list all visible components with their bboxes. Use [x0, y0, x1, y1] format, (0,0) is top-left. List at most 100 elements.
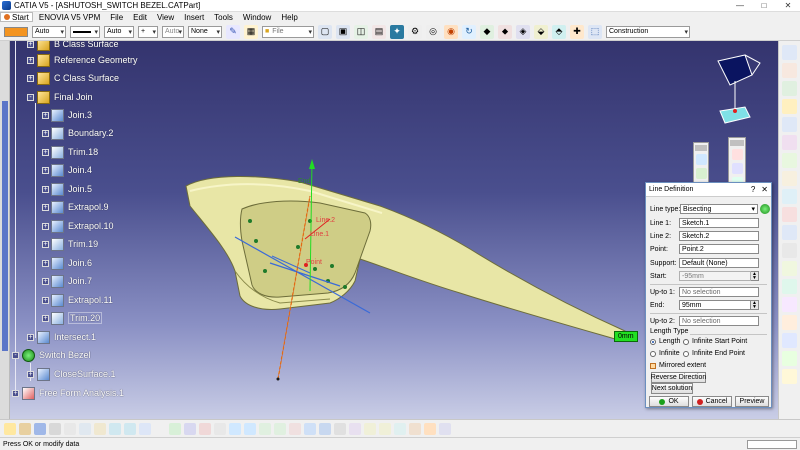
tool-plane-icon[interactable]: [782, 99, 797, 114]
scrollbar-thumb[interactable]: [2, 101, 8, 351]
left-scrollbar[interactable]: [0, 41, 10, 419]
transparency-select[interactable]: Auto: [32, 25, 66, 38]
formula-icon[interactable]: [154, 422, 166, 435]
settings-icon[interactable]: ⚙: [408, 24, 422, 39]
line-thickness-select[interactable]: [70, 25, 100, 38]
swap-icon[interactable]: [349, 422, 361, 435]
tool-point-icon[interactable]: [782, 63, 797, 78]
menu-view[interactable]: View: [157, 13, 174, 22]
expand-icon[interactable]: +: [42, 203, 49, 211]
expand-icon[interactable]: +: [27, 370, 34, 378]
shape-5-icon[interactable]: ⬘: [552, 24, 566, 39]
tree-item-extrapol-10[interactable]: + Extrapol.10: [42, 219, 114, 233]
tree-item-join-4[interactable]: + Join.4: [42, 163, 92, 177]
menu-insert[interactable]: Insert: [184, 13, 204, 22]
menu-window[interactable]: Window: [243, 13, 271, 22]
layer-select[interactable]: None: [188, 25, 222, 38]
start-menu[interactable]: Start: [0, 12, 33, 22]
menu-edit[interactable]: Edit: [133, 13, 147, 22]
tool-translate-icon[interactable]: [782, 315, 797, 330]
tool-1-icon[interactable]: ▢: [318, 24, 332, 39]
expand-icon[interactable]: +: [27, 333, 34, 341]
tree-item-trim-18[interactable]: + Trim.18: [42, 145, 98, 159]
catalog-icon[interactable]: [439, 422, 451, 435]
expand-icon[interactable]: +: [42, 240, 49, 248]
pan-icon[interactable]: [229, 422, 241, 435]
help-button[interactable]: ?: [751, 185, 755, 194]
menu-help[interactable]: Help: [281, 13, 297, 22]
shape-2-icon[interactable]: ⬥: [498, 24, 512, 39]
expand-icon[interactable]: +: [42, 314, 49, 322]
length-radio[interactable]: Length: [650, 338, 683, 345]
line1-field[interactable]: Sketch.1: [679, 218, 759, 228]
tool-split-icon[interactable]: [782, 243, 797, 258]
infinite-end-radio[interactable]: Infinite End Point: [683, 350, 745, 357]
toolbar-grip[interactable]: [695, 145, 707, 151]
construction-select[interactable]: Construction: [606, 25, 690, 38]
tool-4-icon[interactable]: ▤: [372, 24, 386, 39]
properties-icon[interactable]: ▦: [244, 24, 258, 39]
save-icon[interactable]: [34, 422, 46, 435]
start-field[interactable]: -95mm: [679, 271, 751, 281]
tool-a-icon[interactable]: [695, 154, 707, 165]
zoom-out-icon[interactable]: [274, 422, 286, 435]
tree-item-trim-20[interactable]: + Trim.20: [42, 311, 103, 325]
tree-item-extrapol-11[interactable]: + Extrapol.11: [42, 293, 113, 307]
mirrored-checkbox[interactable]: Mirrored extent: [650, 362, 706, 369]
expand-icon[interactable]: +: [27, 56, 34, 64]
collapse-icon[interactable]: -: [27, 93, 34, 101]
sketch-icon[interactable]: [169, 422, 181, 435]
tool-d-icon[interactable]: [731, 163, 743, 174]
inertia-icon[interactable]: [394, 422, 406, 435]
cut-icon[interactable]: [64, 422, 76, 435]
toolbar-grip[interactable]: [730, 140, 744, 146]
file-select[interactable]: ■ File: [262, 25, 314, 38]
expand-icon[interactable]: +: [42, 185, 49, 193]
tool-repeat-icon[interactable]: [782, 369, 797, 384]
hide-show-icon[interactable]: [334, 422, 346, 435]
expand-icon[interactable]: +: [12, 389, 19, 397]
tool-2-icon[interactable]: ▣: [336, 24, 350, 39]
expand-icon[interactable]: +: [42, 129, 49, 137]
tree-item-join-3[interactable]: + Join.3: [42, 108, 92, 122]
paste-icon[interactable]: [94, 422, 106, 435]
tool-sketch-icon[interactable]: [782, 45, 797, 60]
start-spinner[interactable]: ▲ ▼: [751, 271, 759, 281]
print-icon[interactable]: [49, 422, 61, 435]
expand-icon[interactable]: +: [42, 277, 49, 285]
normal-view-icon[interactable]: [289, 422, 301, 435]
tree-item-c-class-surface[interactable]: + C Class Surface: [27, 71, 119, 85]
help-icon[interactable]: [139, 422, 151, 435]
tool-sweep-icon[interactable]: [782, 153, 797, 168]
dimension-tag[interactable]: 0mm: [614, 331, 638, 342]
fit-all-icon[interactable]: [214, 422, 226, 435]
tool-fillet-icon[interactable]: [782, 297, 797, 312]
expand-icon[interactable]: +: [42, 166, 49, 174]
tool-join-icon[interactable]: [782, 207, 797, 222]
shape-6-icon[interactable]: ✚: [570, 24, 584, 39]
expand-icon[interactable]: +: [42, 222, 49, 230]
tree-item-trim-19[interactable]: + Trim.19: [42, 237, 98, 251]
measure-between-icon[interactable]: [364, 422, 376, 435]
infinite-start-radio[interactable]: Infinite Start Point: [683, 338, 747, 345]
iso-view-icon[interactable]: [304, 422, 316, 435]
ok-button[interactable]: OK: [649, 396, 689, 407]
tree-item-reference-geometry[interactable]: + Reference Geometry: [27, 53, 138, 67]
tool-analysis-icon[interactable]: [782, 333, 797, 348]
apps-icon[interactable]: ✦: [390, 24, 404, 39]
tree-item-free-form-analysis-1[interactable]: + Free Form Analysis.1: [12, 386, 124, 400]
next-solution-button[interactable]: Next solution: [651, 383, 693, 394]
tool-c-icon[interactable]: [731, 149, 743, 160]
tree-item-closesurface-1[interactable]: + CloseSurface.1: [27, 367, 116, 381]
line2-field[interactable]: Sketch.2: [679, 231, 759, 241]
upto2-field[interactable]: No selection: [679, 316, 759, 326]
infinite-radio[interactable]: Infinite: [650, 350, 683, 357]
layer-auto-select[interactable]: Auto: [162, 25, 184, 38]
measure-icon[interactable]: ◎: [426, 24, 440, 39]
tree-item-join-5[interactable]: + Join.5: [42, 182, 92, 196]
tree-item-join-7[interactable]: + Join.7: [42, 274, 92, 288]
support-field[interactable]: Default (None): [679, 258, 759, 268]
upto1-field[interactable]: No selection: [679, 287, 759, 297]
rotate-icon[interactable]: [244, 422, 256, 435]
preview-button[interactable]: Preview: [735, 396, 769, 407]
